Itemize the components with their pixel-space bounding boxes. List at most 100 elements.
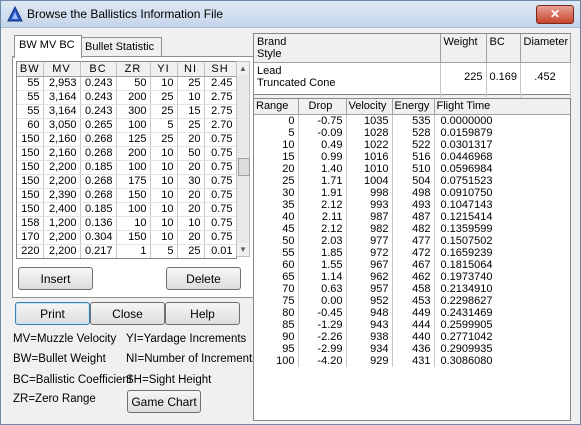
grid-cell-sh[interactable]: 0.75 — [204, 188, 236, 203]
grid-cell-zr[interactable]: 100 — [116, 118, 151, 133]
ballistics-grid[interactable]: BW MV BC ZR YI NI SH 55 2,953 0.243 50 10 25 2… — [16, 61, 237, 259]
grid-cell-yi[interactable]: 5 — [150, 118, 178, 133]
grid-cell-mv[interactable]: 2,160 — [43, 146, 81, 161]
grid-cell-bc[interactable]: 0.268 — [80, 174, 117, 189]
grid-cell-ni[interactable]: 25 — [177, 244, 205, 258]
grid-cell-yi[interactable]: 25 — [150, 132, 178, 147]
grid-cell-zr[interactable]: 200 — [116, 90, 151, 105]
grid-cell-mv[interactable]: 2,160 — [43, 132, 81, 147]
grid-cell-zr[interactable]: 1 — [116, 244, 151, 258]
grid-cell-bw[interactable]: 60 — [17, 118, 44, 133]
scroll-down-arrow-icon[interactable]: ▼ — [237, 243, 249, 256]
help-button[interactable]: Help — [165, 302, 240, 325]
grid-cell-yi[interactable]: 5 — [150, 259, 177, 260]
grid-cell-mv[interactable]: 2,200 — [43, 160, 81, 175]
insert-button[interactable]: Insert — [18, 267, 93, 290]
grid-cell-bc[interactable]: 0.185 — [80, 160, 117, 175]
tab-bullet-statistic[interactable]: Bullet Statistic — [80, 37, 162, 57]
grid-cell-bc[interactable]: 0.268 — [80, 132, 117, 147]
grid-cell-bw[interactable]: 150 — [17, 146, 44, 161]
grid-cell-mv[interactable]: 3,164 — [43, 90, 81, 105]
grid-cell-zr[interactable]: 10 — [116, 216, 151, 231]
tab-bw-mv-bc[interactable]: BW MV BC — [14, 35, 82, 58]
grid-cell-ni[interactable]: 15 — [177, 104, 205, 119]
grid-cell-yi[interactable]: 25 — [150, 90, 178, 105]
grid-cell-sh[interactable]: 2.75 — [204, 104, 236, 119]
grid-cell-zr[interactable]: 100 — [116, 202, 151, 217]
grid-cell-bc[interactable]: 0.304 — [80, 230, 117, 245]
delete-button[interactable]: Delete — [166, 267, 241, 290]
grid-cell-mv[interactable]: 2,200 — [43, 230, 81, 245]
grid-cell-bw[interactable]: 55 — [17, 104, 44, 119]
print-button[interactable]: Print — [15, 302, 90, 325]
grid-cell-sh[interactable]: 0.01 — [204, 244, 236, 258]
grid-cell-bw[interactable]: 220 — [17, 244, 44, 258]
grid-cell-bc[interactable]: 0.268 — [80, 188, 117, 203]
scroll-up-arrow-icon[interactable]: ▲ — [237, 62, 249, 75]
grid-cell-bw[interactable]: 55 — [17, 90, 44, 105]
grid-cell-zr[interactable]: 50 — [116, 76, 151, 91]
grid-cell-mv[interactable]: 3,164 — [43, 104, 81, 119]
game-chart-button[interactable]: Game Chart — [127, 390, 201, 413]
grid-cell-bw[interactable]: 150 — [17, 202, 44, 217]
grid-cell-yi[interactable]: 10 — [150, 76, 178, 91]
grid-cell-sh[interactable]: 0.75 — [204, 146, 236, 161]
header-bw[interactable]: BW — [17, 62, 44, 77]
grid-cell-sh[interactable]: 0.75 — [204, 259, 236, 260]
grid-cell-bw[interactable]: 55 — [17, 76, 44, 91]
grid-cell-bw[interactable]: 170 — [17, 230, 44, 245]
grid-cell-ni[interactable]: 20 — [177, 259, 204, 260]
scroll-thumb[interactable] — [238, 158, 250, 176]
grid-cell-yi[interactable]: 10 — [150, 216, 178, 231]
grid-cell-sh[interactable]: 0.75 — [204, 216, 236, 231]
grid-cell-zr[interactable]: 125 — [116, 132, 151, 147]
grid-cell-mv[interactable]: 2,953 — [43, 76, 81, 91]
grid-cell-zr[interactable]: 75 — [116, 259, 150, 260]
grid-row[interactable]: 55 3,164 0.243 300 25 15 2.75 — [17, 104, 236, 119]
grid-cell-yi[interactable]: 10 — [150, 188, 178, 203]
title-bar[interactable]: Browse the Ballistics Information File ✕ — [1, 1, 580, 28]
grid-cell-ni[interactable]: 20 — [177, 230, 205, 245]
grid-cell-sh[interactable]: 2.70 — [204, 118, 236, 133]
grid-cell-bw[interactable]: 150 — [17, 160, 44, 175]
grid-cell-yi[interactable]: 10 — [150, 174, 178, 189]
grid-cell-yi[interactable]: 25 — [150, 104, 178, 119]
grid-cell-bc[interactable]: 0.217 — [80, 244, 117, 258]
grid-cell-bc[interactable]: 0.243 — [80, 76, 117, 91]
grid-vertical-scrollbar[interactable]: ▲ ▼ — [236, 61, 250, 257]
grid-cell-zr[interactable]: 200 — [116, 146, 151, 161]
grid-cell-ni[interactable]: 30 — [177, 174, 205, 189]
grid-cell-bc[interactable]: 0.243 — [80, 104, 117, 119]
grid-cell-mv[interactable]: 1,035 — [43, 259, 80, 260]
grid-cell-sh[interactable]: 0.75 — [204, 174, 236, 189]
grid-cell-ni[interactable]: 10 — [177, 90, 205, 105]
grid-cell-zr[interactable]: 150 — [116, 188, 151, 203]
grid-cell-sh[interactable]: 2.45 — [204, 76, 236, 91]
grid-row[interactable]: 150 2,160 0.268 125 25 20 0.75 — [17, 132, 236, 147]
grid-cell-bc[interactable]: 0.169 — [80, 259, 116, 260]
grid-row[interactable]: 220 2,200 0.217 1 5 25 0.01 — [17, 244, 236, 258]
grid-cell-yi[interactable]: 5 — [150, 244, 178, 258]
grid-cell-ni[interactable]: 10 — [177, 216, 205, 231]
grid-row[interactable]: 55 3,164 0.243 200 25 10 2.75 — [17, 90, 236, 105]
header-yi[interactable]: YI — [150, 62, 178, 77]
grid-row[interactable]: 150 2,200 0.268 175 10 30 0.75 — [17, 174, 236, 189]
grid-row[interactable]: 150 2,400 0.185 100 10 20 0.75 — [17, 202, 236, 217]
grid-cell-ni[interactable]: 20 — [177, 160, 205, 175]
header-mv[interactable]: MV — [43, 62, 81, 77]
grid-cell-zr[interactable]: 150 — [116, 230, 151, 245]
grid-cell-bw[interactable]: 225 — [17, 259, 43, 260]
grid-cell-zr[interactable]: 300 — [116, 104, 151, 119]
grid-cell-bc[interactable]: 0.265 — [80, 118, 117, 133]
grid-cell-mv[interactable]: 2,200 — [43, 174, 81, 189]
grid-cell-mv[interactable]: 2,200 — [43, 244, 81, 258]
grid-row[interactable]: 170 2,200 0.304 150 10 20 0.75 — [17, 230, 236, 245]
grid-cell-yi[interactable]: 10 — [150, 146, 178, 161]
grid-cell-bw[interactable]: 150 — [17, 132, 44, 147]
grid-row[interactable]: 60 3,050 0.265 100 5 25 2.70 — [17, 118, 236, 133]
grid-cell-ni[interactable]: 25 — [177, 118, 205, 133]
header-bc[interactable]: BC — [80, 62, 117, 77]
grid-row[interactable]: 158 1,200 0.136 10 10 10 0.75 — [17, 216, 236, 231]
header-ni[interactable]: NI — [177, 62, 205, 77]
close-button[interactable]: Close — [90, 302, 165, 325]
